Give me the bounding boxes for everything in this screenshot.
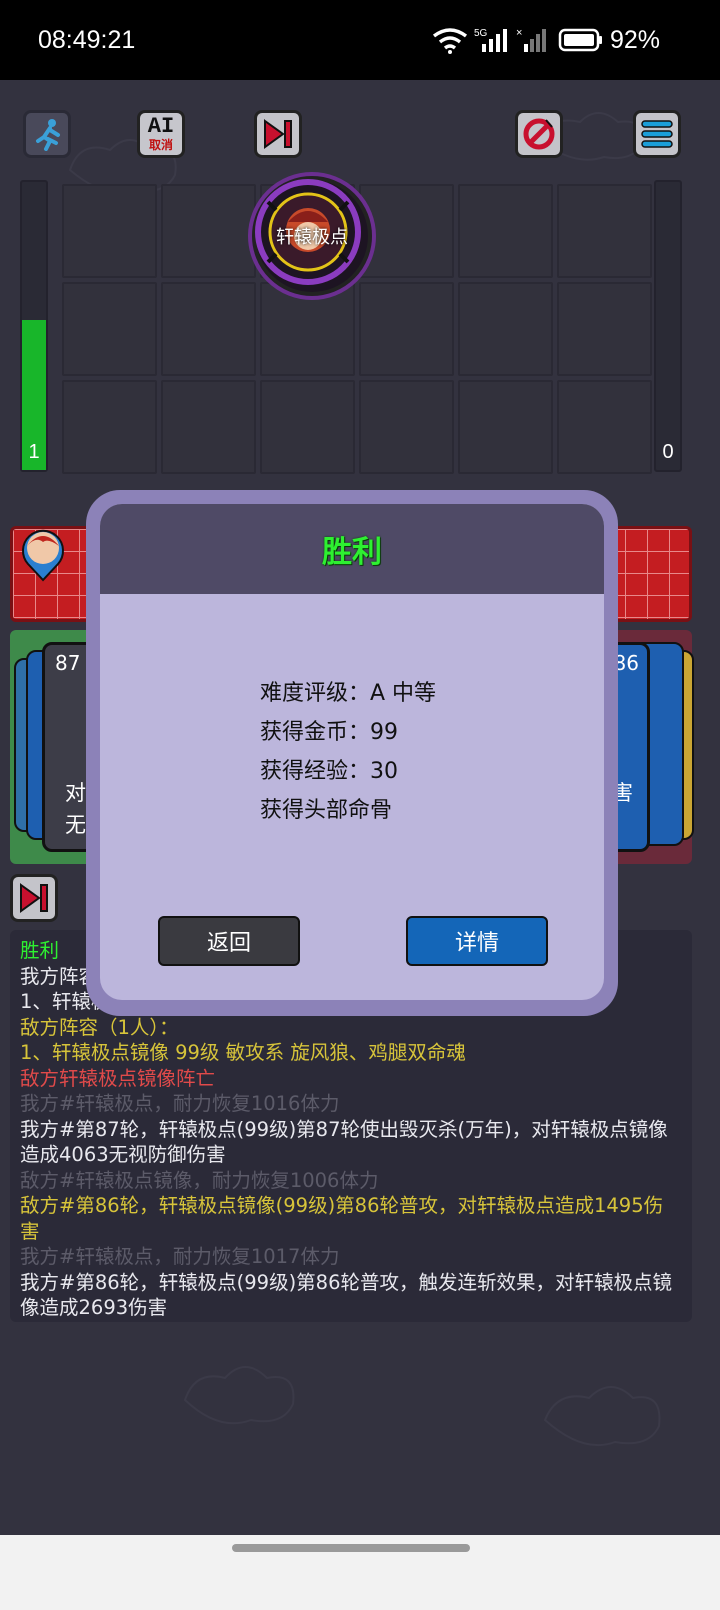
board-cell[interactable] [458,380,553,474]
hamburger-menu-icon [641,120,673,148]
right-gauge-value: 0 [662,441,674,463]
details-button[interactable]: 详情 [406,916,548,966]
board-cell[interactable] [62,282,157,376]
log-line: 敌方#第86轮，轩辕极点镜像(99级)第86轮普攻，对轩辕极点造成1495伤害 [20,1194,664,1243]
menu-button[interactable] [633,110,681,158]
character-name: 轩辕极点 [276,227,348,248]
log-line: 1、轩辕极点镜像 99级 敏攻系 旋风狼、鸡腿双命魂 [20,1041,466,1064]
result-dialog: 胜利 难度评级：A 中等 获得金币：99 获得经验：30 获得头部命骨 返回 详… [100,504,604,1000]
dialog-title: 胜利 [322,535,382,570]
board-cell[interactable] [359,380,454,474]
battery-icon [558,28,602,52]
svg-text:5G: 5G [474,28,488,39]
board-cell[interactable] [458,282,553,376]
ai-label: AI [147,114,175,139]
no-repeat-icon [523,118,555,150]
svg-text:×: × [516,27,522,39]
board-cell[interactable] [557,282,652,376]
wifi-icon [432,28,468,54]
ai-cancel-button[interactable]: AI 取消 [137,110,185,158]
board-cell[interactable] [359,282,454,376]
player-avatar [22,529,64,582]
board-cell[interactable] [458,184,553,278]
board-cell[interactable] [62,380,157,474]
flee-button[interactable] [23,110,71,158]
board-cell[interactable] [161,282,256,376]
home-indicator[interactable] [232,1544,470,1552]
running-man-icon [36,119,60,151]
clock: 08:49:21 [38,26,136,54]
log-line: 我方#第87轮，轩辕极点(99级)第87轮使出毁灭杀(万年)，对轩辕极点镜像造成… [20,1117,668,1167]
log-line: 敌方#轩辕极点镜像，耐力恢复1006体力 [20,1168,379,1192]
board-cell[interactable] [260,380,355,474]
signal-sim2-icon: × [516,27,546,52]
small-skip-button[interactable] [10,874,58,922]
enemy-card-area: 86 害 [500,630,694,864]
player-card-number: 87 [55,651,81,675]
dialog-header: 胜利 [100,504,604,594]
gold-line: 获得金币：99 [260,720,398,745]
reward-list: 难度评级：A 中等 获得金币：99 获得经验：30 获得头部命骨 [260,674,436,830]
refresh-button[interactable] [515,110,563,158]
board-cell[interactable] [557,184,652,278]
log-line: 我方#轩辕极点，耐力恢复1016体力 [20,1092,340,1115]
exp-line: 获得经验：30 [260,759,398,784]
log-line: 敌方阵容（1人）： [20,1015,179,1039]
log-line: 敌方轩辕极点镜像阵亡 [20,1066,216,1090]
board-cell[interactable] [62,184,157,278]
skip-forward-icon [20,883,48,913]
back-button[interactable]: 返回 [158,916,300,966]
signal-5g-icon: 5G [474,28,507,52]
board-cell[interactable] [557,380,652,474]
battery-percent: 92% [609,26,660,54]
board-cell[interactable] [161,184,256,278]
right-gauge: 0 [654,180,682,472]
log-line: 我方#第86轮，轩辕极点(99级)第86轮普攻，触发连斩效果，对轩辕极点镜像造成… [20,1270,672,1320]
character-token[interactable]: 轩辕极点 [248,172,376,300]
player-card-text: 对 无 [65,781,86,837]
item-line: 获得头部命骨 [260,798,393,823]
skip-button[interactable] [254,110,302,158]
left-gauge-value: 1 [28,441,40,463]
game-screen: AI 取消 1 0 轩辕极点 87 对 无 86 害 胜利 1、轩辕极点 敌方阵… [0,80,720,1580]
ai-cancel-label: 取消 [148,138,173,152]
difficulty-line: 难度评级：A 中等 [260,681,437,706]
log-line: 我方#轩辕极点，耐力恢复1017体力 [20,1245,340,1268]
skip-forward-icon [264,119,292,149]
status-bar: 08:49:21 5G × 92% [0,0,720,80]
left-gauge: 1 [20,180,48,472]
board-cell[interactable] [161,380,256,474]
